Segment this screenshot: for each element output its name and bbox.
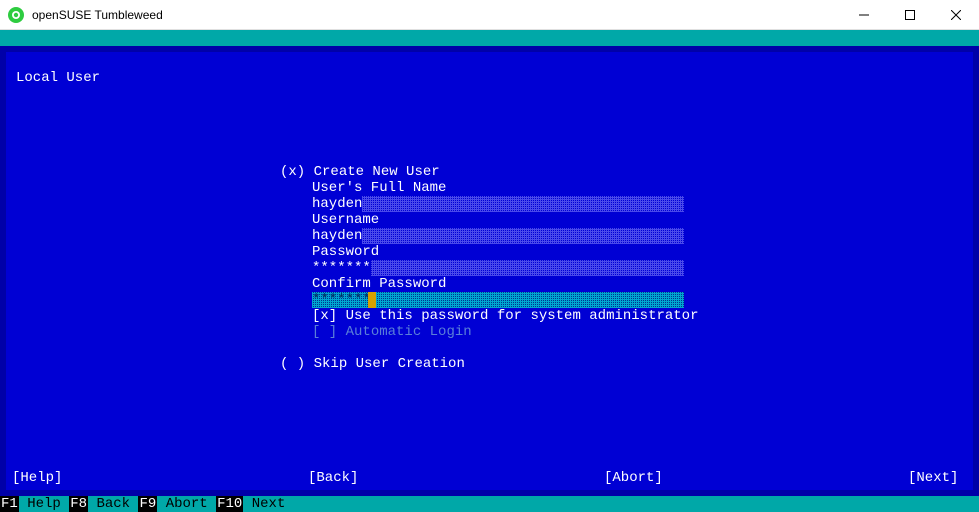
- confirm-password-input[interactable]: *******: [312, 292, 371, 308]
- username-input[interactable]: hayden: [312, 228, 362, 244]
- close-button[interactable]: [933, 0, 979, 30]
- fullname-label: User's Full Name: [312, 180, 446, 196]
- screen-title: Local User: [16, 70, 100, 86]
- window-titlebar: openSUSE Tumbleweed: [0, 0, 979, 30]
- yast-header-bar: YaST2 - firstboot @ DESKTOP-MRRT0FG: [0, 30, 979, 46]
- username-input-bg: [312, 228, 684, 244]
- radio-create-user[interactable]: (x) Create New User: [280, 164, 440, 180]
- f9-key[interactable]: F9: [138, 496, 157, 512]
- f10-key[interactable]: F10: [216, 496, 243, 512]
- fullname-input-bg: [312, 196, 684, 212]
- f9-label: Abort: [166, 496, 208, 512]
- checkbox-admin-mark: [x]: [312, 308, 337, 324]
- fullname-input[interactable]: hayden: [312, 196, 362, 212]
- checkbox-admin-label: Use this password for system administrat…: [346, 308, 699, 324]
- minimize-button[interactable]: [841, 0, 887, 30]
- terminal-screen: YaST2 - firstboot @ DESKTOP-MRRT0FG Loca…: [0, 30, 979, 512]
- maximize-button[interactable]: [887, 0, 933, 30]
- checkbox-autologin-mark: [ ]: [312, 324, 337, 340]
- password-input[interactable]: *******: [312, 260, 371, 276]
- radio-skip-mark: ( ): [280, 356, 305, 372]
- f1-label: Help: [27, 496, 61, 512]
- f10-label: Next: [252, 496, 286, 512]
- password-label: Password: [312, 244, 379, 260]
- checkbox-automatic-login[interactable]: [ ] Automatic Login: [312, 324, 472, 340]
- abort-button[interactable]: [Abort]: [604, 470, 663, 486]
- help-button[interactable]: [Help]: [12, 470, 62, 486]
- f1-key[interactable]: F1: [0, 496, 19, 512]
- text-cursor: [368, 292, 376, 308]
- checkbox-use-for-admin[interactable]: [x] Use this password for system adminis…: [312, 308, 698, 324]
- opensuse-icon: [8, 7, 24, 23]
- confirm-password-label: Confirm Password: [312, 276, 446, 292]
- f8-key[interactable]: F8: [69, 496, 88, 512]
- radio-create-mark: (x): [280, 164, 305, 180]
- checkbox-autologin-label: Automatic Login: [346, 324, 472, 340]
- radio-skip-user[interactable]: ( ) Skip User Creation: [280, 356, 465, 372]
- window-title: openSUSE Tumbleweed: [32, 8, 841, 22]
- username-label: Username: [312, 212, 379, 228]
- window-controls: [841, 0, 979, 30]
- back-button[interactable]: [Back]: [308, 470, 358, 486]
- next-button[interactable]: [Next]: [908, 470, 958, 486]
- f8-label: Back: [96, 496, 130, 512]
- radio-create-label: Create New User: [314, 164, 440, 180]
- function-keys: F1 Help F8 Back F9 Abort F10 Next: [0, 496, 285, 512]
- radio-skip-label: Skip User Creation: [314, 356, 465, 372]
